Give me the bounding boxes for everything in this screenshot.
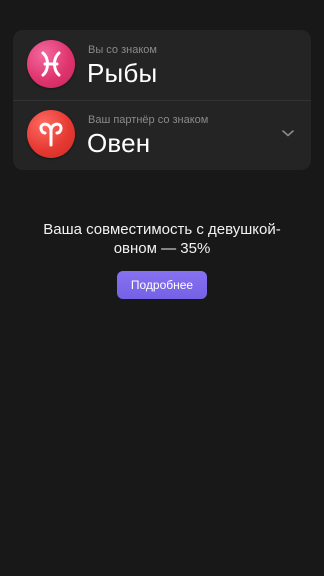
pisces-icon [27,40,75,88]
user-sign-name: Рыбы [87,58,158,88]
chevron-down-icon[interactable] [281,126,295,140]
details-button[interactable]: Подробнее [117,271,207,299]
user-sign-row[interactable]: Вы со знаком Рыбы [13,30,311,100]
aries-icon [27,110,75,158]
partner-sign-caption: Ваш партнёр со знаком [88,114,209,126]
compatibility-text-line-1: Ваша совместимость с девушкой- [43,221,281,238]
partner-sign-name: Овен [87,128,151,158]
partner-sign-row[interactable]: Ваш партнёр со знаком Овен [13,100,311,170]
zodiac-selection-card: Вы со знаком Рыбы Ваш партнёр со знаком … [13,30,311,170]
compatibility-text-line-2: овном — 35% [113,240,211,257]
user-sign-caption: Вы со знаком [88,44,157,56]
compatibility-result: Ваша совместимость с девушкой- овном — 3… [0,220,324,258]
